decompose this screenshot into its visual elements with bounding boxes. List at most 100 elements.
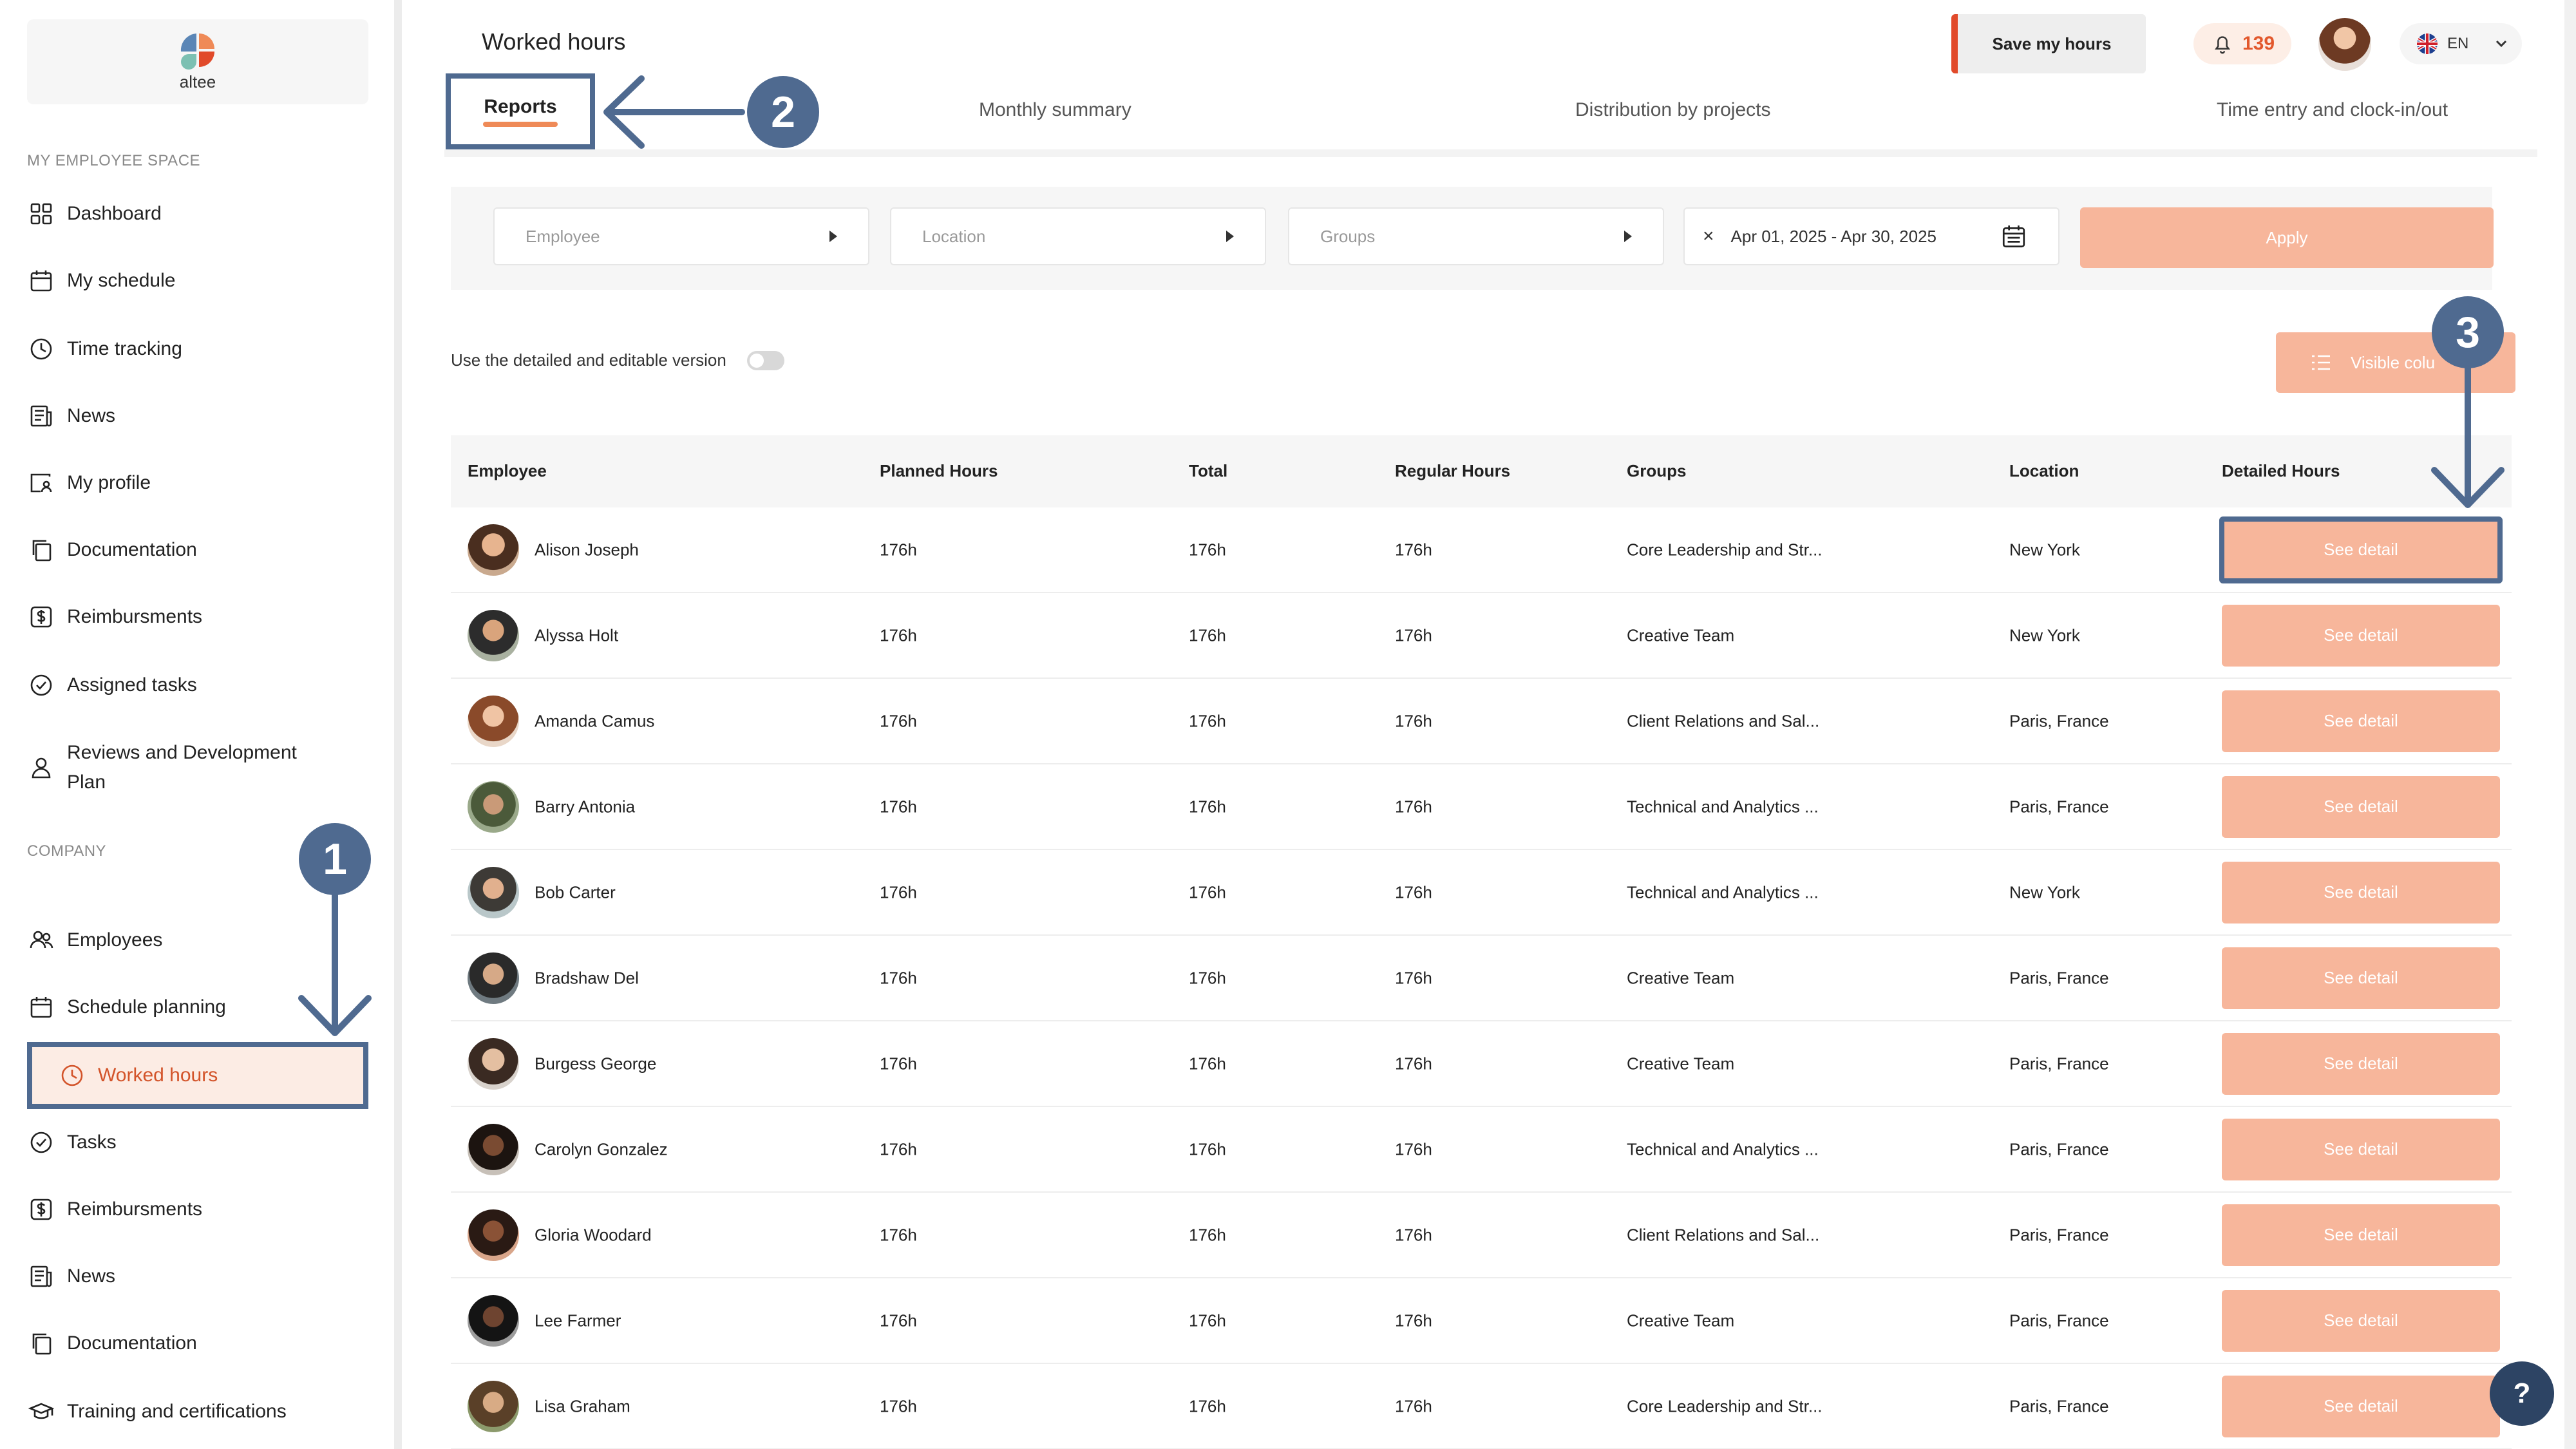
groups: Core Leadership and Str...	[1627, 1396, 1823, 1416]
employee-avatar	[468, 781, 519, 833]
sidebar-item-documentation[interactable]: Documentation	[27, 536, 368, 564]
regular-hours: 176h	[1395, 1311, 1432, 1330]
see-detail-button[interactable]: See detail	[2222, 1375, 2500, 1437]
sidebar-item-my-profile[interactable]: My profile	[27, 469, 368, 497]
sidebar-item-schedule-planning[interactable]: Schedule planning	[27, 993, 368, 1021]
sidebar-item-reimbursments-company[interactable]: Reimbursments	[27, 1195, 368, 1224]
sidebar-item-label: Reimbursments	[67, 1198, 203, 1220]
column-header-regular-hours[interactable]: Regular Hours	[1395, 461, 1510, 481]
tab-reports[interactable]: Reports	[446, 73, 595, 149]
sidebar-item-training[interactable]: Training and certifications	[27, 1397, 368, 1426]
see-detail-button[interactable]: See detail	[2222, 690, 2500, 752]
see-detail-button[interactable]: See detail	[2222, 1032, 2500, 1095]
see-detail-button[interactable]: See detail	[2222, 604, 2500, 667]
graduation-cap-icon	[27, 1397, 55, 1426]
newspaper-icon	[27, 1262, 55, 1291]
groups-filter[interactable]: Groups	[1288, 207, 1664, 265]
documents-icon	[27, 536, 55, 564]
sidebar-item-label: Assigned tasks	[67, 674, 197, 696]
employee-avatar	[468, 609, 519, 661]
sidebar-scrollbar[interactable]	[394, 0, 402, 1449]
see-detail-button[interactable]: See detail	[2222, 861, 2500, 923]
see-detail-button[interactable]: See detail	[2222, 775, 2500, 838]
bell-icon	[2214, 36, 2230, 54]
caret-right-icon	[1226, 231, 1234, 242]
sidebar-item-label: Documentation	[67, 539, 197, 560]
sidebar-item-news-company[interactable]: News	[27, 1262, 368, 1291]
column-header-location[interactable]: Location	[2009, 461, 2079, 481]
location: Paris, France	[2009, 1396, 2109, 1416]
sidebar-item-label: Tasks	[67, 1132, 117, 1153]
language-selector[interactable]: EN	[2400, 23, 2522, 64]
sidebar-item-news[interactable]: News	[27, 402, 368, 430]
active-tab-indicator	[483, 122, 558, 127]
tab-distribution-by-projects[interactable]: Distribution by projects	[1575, 99, 1770, 121]
location: Paris, France	[2009, 1311, 2109, 1330]
apply-button[interactable]: Apply	[2080, 207, 2494, 268]
clear-date-icon[interactable]: ×	[1703, 225, 1714, 247]
sidebar-item-my-schedule[interactable]: My schedule	[27, 267, 368, 295]
see-detail-button[interactable]: See detail	[2219, 516, 2503, 583]
table-row: Amanda Camus 176h 176h 176h Client Relat…	[451, 679, 2512, 764]
column-header-detailed-hours[interactable]: Detailed Hours	[2222, 461, 2340, 481]
location: Paris, France	[2009, 1139, 2109, 1159]
planned-hours: 176h	[880, 968, 917, 987]
planned-hours: 176h	[880, 711, 917, 730]
see-detail-button[interactable]: See detail	[2222, 1204, 2500, 1266]
sidebar-item-worked-hours[interactable]: Worked hours	[27, 1042, 368, 1109]
see-detail-button[interactable]: See detail	[2222, 1289, 2500, 1352]
sidebar-item-reviews-development[interactable]: Reviews and Development Plan	[27, 738, 368, 797]
language-label: EN	[2447, 35, 2469, 52]
annotation-badge-3: 3	[2432, 296, 2504, 368]
column-header-planned-hours[interactable]: Planned Hours	[880, 461, 998, 481]
user-avatar[interactable]	[2318, 18, 2371, 71]
check-circle-icon	[27, 671, 55, 699]
total-hours: 176h	[1189, 625, 1226, 645]
regular-hours: 176h	[1395, 797, 1432, 816]
calendar-icon[interactable]	[2000, 223, 2027, 250]
sidebar-item-dashboard[interactable]: Dashboard	[27, 200, 368, 228]
table-row: Alison Joseph 176h 176h 176h Core Leader…	[451, 507, 2512, 593]
table-row: Alyssa Holt 176h 176h 176h Creative Team…	[451, 593, 2512, 679]
employee-avatar	[468, 1123, 519, 1175]
planned-hours: 176h	[880, 1139, 917, 1159]
sidebar-item-assigned-tasks[interactable]: Assigned tasks	[27, 671, 368, 699]
logo[interactable]: altee	[27, 19, 368, 104]
column-header-employee[interactable]: Employee	[468, 461, 547, 481]
help-button[interactable]: ?	[2490, 1361, 2554, 1426]
planned-hours: 176h	[880, 1054, 917, 1073]
column-header-groups[interactable]: Groups	[1627, 461, 1686, 481]
sidebar-item-tasks[interactable]: Tasks	[27, 1128, 368, 1157]
table-row: Carolyn Gonzalez 176h 176h 176h Technica…	[451, 1107, 2512, 1193]
date-range-filter[interactable]: × Apr 01, 2025 - Apr 30, 2025	[1683, 207, 2060, 265]
caret-right-icon	[829, 231, 837, 242]
tab-time-entry-clock[interactable]: Time entry and clock-in/out	[2217, 99, 2448, 121]
page-scrollbar[interactable]	[2564, 0, 2576, 1449]
regular-hours: 176h	[1395, 968, 1432, 987]
save-hours-button[interactable]: Save my hours	[1951, 14, 2146, 73]
employee-filter[interactable]: Employee	[493, 207, 869, 265]
employee-name: Burgess George	[535, 1054, 657, 1073]
caret-right-icon	[1624, 231, 1632, 242]
employee-avatar	[468, 1380, 519, 1432]
regular-hours: 176h	[1395, 540, 1432, 559]
location: New York	[2009, 625, 2080, 645]
location-filter[interactable]: Location	[890, 207, 1266, 265]
employee-name: Alison Joseph	[535, 540, 639, 559]
sidebar-item-reimbursments[interactable]: Reimbursments	[27, 603, 368, 631]
tab-monthly-summary[interactable]: Monthly summary	[979, 99, 1132, 121]
sidebar-item-time-tracking[interactable]: Time tracking	[27, 335, 368, 363]
sidebar-item-label: News	[67, 1265, 116, 1287]
see-detail-button[interactable]: See detail	[2222, 1118, 2500, 1180]
date-range-value: Apr 01, 2025 - Apr 30, 2025	[1730, 226, 1937, 246]
see-detail-button[interactable]: See detail	[2222, 947, 2500, 1009]
sidebar-item-documentation-company[interactable]: Documentation	[27, 1329, 368, 1358]
notifications-button[interactable]: 139	[2193, 23, 2291, 64]
sidebar-item-employees[interactable]: Employees	[27, 926, 368, 954]
total-hours: 176h	[1189, 968, 1226, 987]
column-header-total[interactable]: Total	[1189, 461, 1227, 481]
detailed-version-toggle[interactable]	[746, 350, 784, 370]
sidebar-item-label: My profile	[67, 472, 151, 493]
location: Paris, France	[2009, 968, 2109, 987]
notifications-count: 139	[2242, 33, 2275, 54]
